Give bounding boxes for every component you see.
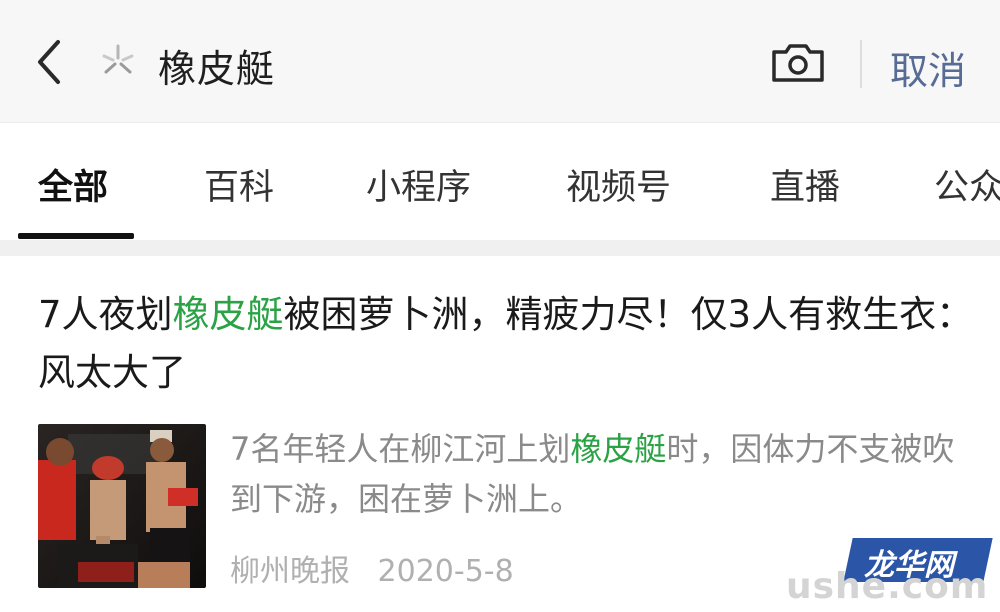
result-date: 2020-5-8 xyxy=(377,554,514,589)
camera-button[interactable] xyxy=(770,40,826,84)
tab-official-accounts[interactable]: 公众号 xyxy=(934,159,1000,210)
tab-encyclopedia[interactable]: 百科 xyxy=(204,159,274,210)
result-meta: 柳州晚报 2020-5-8 xyxy=(230,546,532,590)
active-tab-indicator xyxy=(18,233,134,239)
result-source[interactable]: 柳州晚报 xyxy=(230,554,350,589)
tab-mini-programs[interactable]: 小程序 xyxy=(366,159,471,210)
result-title[interactable]: 7人夜划橡皮艇被困萝卜洲，精疲力尽！仅3人有救生衣：风太大了 xyxy=(38,286,978,402)
chevron-left-icon xyxy=(38,40,60,84)
search-header: 橡皮艇 取消 xyxy=(0,0,1000,122)
result-thumbnail[interactable] xyxy=(38,424,206,588)
snippet-text: 7名年轻人在柳江河上划 xyxy=(230,430,571,468)
title-text: 7人夜划 xyxy=(38,293,173,336)
tab-channels[interactable]: 视频号 xyxy=(566,159,671,210)
tab-live[interactable]: 直播 xyxy=(770,159,840,210)
result-snippet[interactable]: 7名年轻人在柳江河上划橡皮艇时，因体力不支被吹到下游，困在萝卜洲上。 xyxy=(230,424,970,524)
search-input[interactable]: 橡皮艇 xyxy=(158,38,275,93)
header-divider xyxy=(860,40,862,88)
sparkle-icon xyxy=(98,42,138,82)
title-highlight: 橡皮艇 xyxy=(172,293,284,336)
section-gap xyxy=(0,240,1000,256)
tab-all[interactable]: 全部 xyxy=(38,159,108,210)
watermark-domain: ushe.com xyxy=(786,566,989,607)
back-button[interactable] xyxy=(28,36,76,88)
cancel-button[interactable]: 取消 xyxy=(890,40,966,95)
snippet-highlight: 橡皮艇 xyxy=(570,430,667,468)
category-tabs: 全部 百科 小程序 视频号 直播 公众号 xyxy=(0,122,1000,240)
camera-icon xyxy=(772,44,824,82)
